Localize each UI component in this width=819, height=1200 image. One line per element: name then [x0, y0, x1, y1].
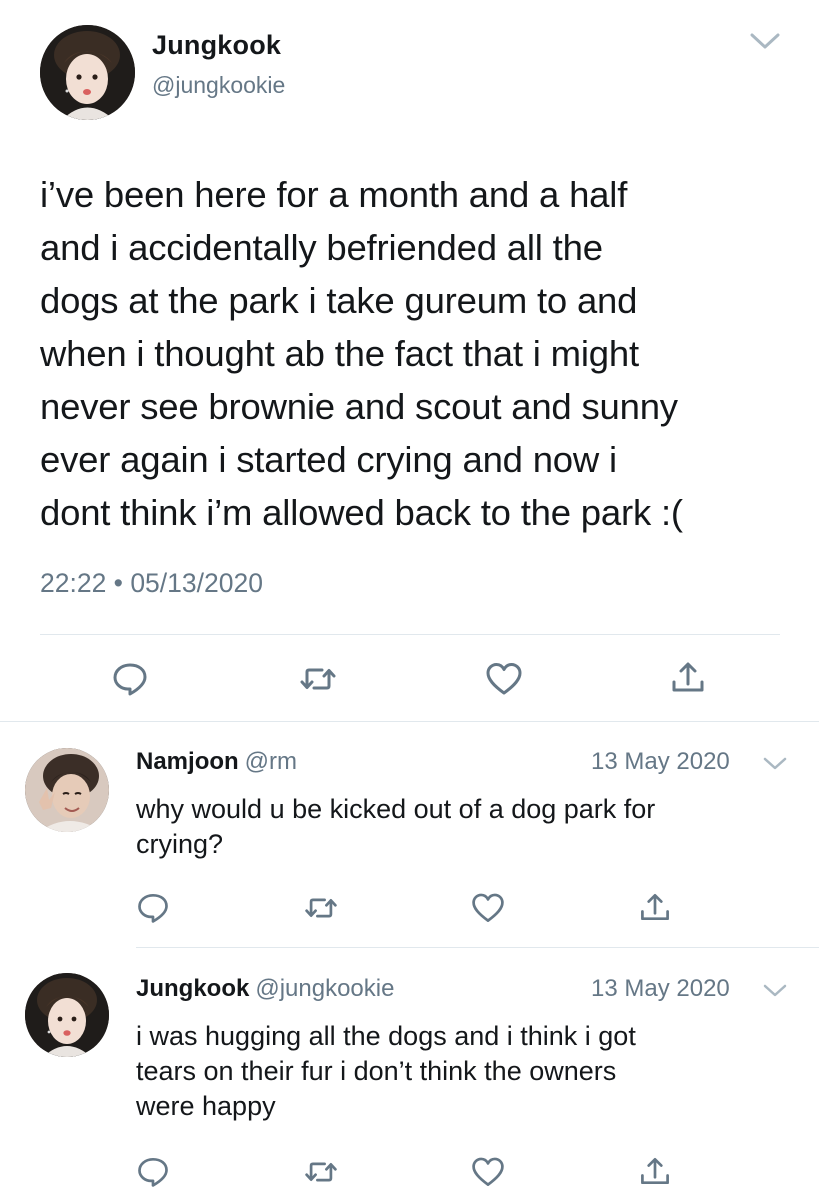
reply-icon[interactable] — [135, 1153, 171, 1189]
reply-date[interactable]: 13 May 2020 — [591, 975, 730, 1003]
share-icon[interactable] — [637, 889, 673, 925]
retweet-icon[interactable] — [298, 659, 338, 699]
tweet-text-line: dogs at the park i take gureum to and — [40, 280, 638, 321]
reply-text-line: were happy — [136, 1091, 276, 1121]
retweet-icon[interactable] — [303, 1154, 339, 1190]
reply-icon[interactable] — [135, 889, 171, 925]
reply-text: why would u be kicked out of a dog park … — [136, 792, 655, 862]
like-icon[interactable] — [470, 890, 506, 926]
retweet-icon[interactable] — [303, 890, 339, 926]
reply-icon[interactable] — [110, 658, 150, 698]
reply-text-line: i was hugging all the dogs and i think i… — [136, 1021, 636, 1051]
tweet-text-line: when i thought ab the fact that i might — [40, 333, 639, 374]
tweet-text-line: never see brownie and scout and sunny — [40, 386, 678, 427]
share-icon[interactable] — [637, 1153, 673, 1189]
reply-avatar[interactable] — [25, 748, 109, 832]
reply-display-name[interactable]: Namjoon — [136, 748, 239, 775]
chevron-down-icon[interactable] — [762, 983, 788, 999]
like-icon[interactable] — [470, 1154, 506, 1190]
divider — [40, 634, 780, 635]
reply-handle[interactable]: @rm — [245, 748, 297, 775]
tweet-text-line: ever again i started crying and now i — [40, 439, 617, 480]
reply-header: Jungkook @jungkookie — [136, 975, 394, 1003]
like-icon[interactable] — [484, 659, 524, 699]
reply-handle[interactable]: @jungkookie — [255, 975, 394, 1002]
tweet-timestamp[interactable]: 22:22 • 05/13/2020 — [40, 568, 263, 599]
main-tweet-handle[interactable]: @jungkookie — [152, 72, 285, 99]
reply-header: Namjoon @rm — [136, 748, 297, 776]
divider — [0, 721, 819, 722]
main-tweet-display-name[interactable]: Jungkook — [152, 30, 281, 61]
reply-date[interactable]: 13 May 2020 — [591, 748, 730, 776]
divider — [136, 947, 819, 948]
reply-text-line: tears on their fur i don’t think the own… — [136, 1056, 617, 1086]
chevron-down-icon[interactable] — [762, 756, 788, 772]
main-tweet-avatar[interactable] — [40, 25, 135, 120]
reply-text-line: why would u be kicked out of a dog park … — [136, 794, 656, 824]
share-icon[interactable] — [668, 657, 708, 697]
chevron-down-icon[interactable] — [748, 30, 782, 52]
tweet-text-line: and i accidentally befriended all the — [40, 227, 603, 268]
tweet-text-line: i’ve been here for a month and a half — [40, 174, 628, 215]
reply-display-name[interactable]: Jungkook — [136, 975, 249, 1002]
reply-avatar[interactable] — [25, 973, 109, 1057]
main-tweet-text: i’ve been here for a month and a half an… — [40, 168, 800, 539]
reply-text-line: crying? — [136, 829, 224, 859]
tweet-text-line: dont think i’m allowed back to the park … — [40, 492, 683, 533]
reply-text: i was hugging all the dogs and i think i… — [136, 1019, 636, 1124]
